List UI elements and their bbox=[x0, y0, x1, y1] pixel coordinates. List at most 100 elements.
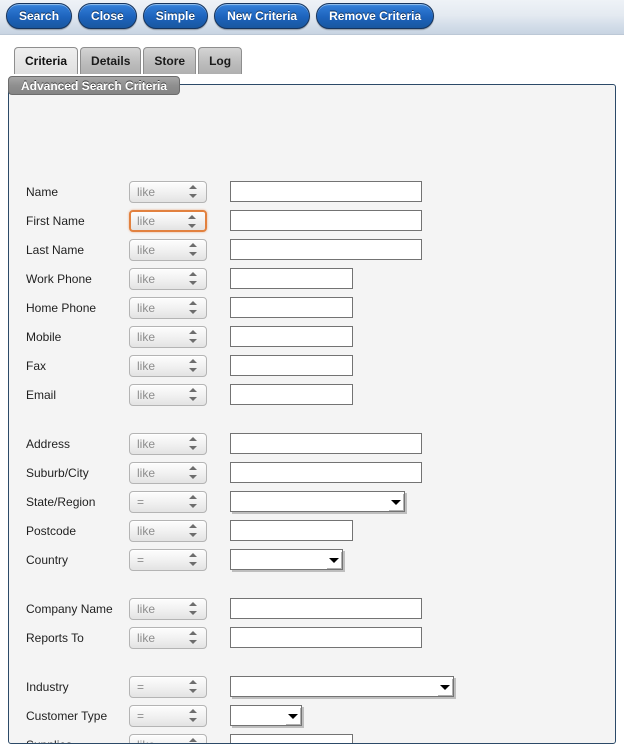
spinner-arrows-icon[interactable] bbox=[188, 524, 197, 540]
operator-value-address: like bbox=[137, 437, 156, 451]
form-spacer bbox=[17, 655, 615, 675]
field-label-first-name: First Name bbox=[26, 214, 85, 228]
operator-value-postcode: like bbox=[137, 524, 156, 538]
operator-value-country: = bbox=[137, 553, 145, 567]
criteria-row-first-name: First Name like bbox=[17, 209, 615, 238]
operator-select-address[interactable]: like bbox=[129, 433, 207, 455]
spinner-arrows-icon[interactable] bbox=[188, 301, 197, 317]
operator-select-suburb-city[interactable]: like bbox=[129, 462, 207, 484]
criteria-panel: Name like First Name like Last Name like Work … bbox=[8, 84, 616, 744]
value-select-state-region[interactable] bbox=[230, 491, 405, 512]
value-input-supplies[interactable] bbox=[230, 734, 353, 743]
spinner-arrows-icon[interactable] bbox=[188, 359, 197, 375]
spinner-arrows-icon[interactable] bbox=[188, 738, 197, 743]
spinner-arrows-icon[interactable] bbox=[188, 272, 197, 288]
spinner-arrows-icon[interactable] bbox=[187, 215, 196, 231]
field-label-customer-type: Customer Type bbox=[26, 709, 108, 723]
spinner-arrows-icon[interactable] bbox=[188, 631, 197, 647]
simple-button[interactable]: Simple bbox=[142, 3, 209, 29]
spinner-arrows-icon[interactable] bbox=[188, 243, 197, 259]
operator-select-fax[interactable]: like bbox=[129, 355, 207, 377]
operator-select-mobile[interactable]: like bbox=[129, 326, 207, 348]
search-button[interactable]: Search bbox=[6, 3, 73, 29]
remove-criteria-button[interactable]: Remove Criteria bbox=[316, 3, 435, 29]
spinner-arrows-icon[interactable] bbox=[188, 495, 197, 511]
field-label-name: Name bbox=[26, 185, 59, 199]
operator-value-supplies: like bbox=[137, 738, 155, 743]
close-button[interactable]: Close bbox=[78, 3, 137, 29]
chevron-down-icon[interactable] bbox=[285, 707, 300, 724]
value-input-fax[interactable] bbox=[230, 355, 353, 376]
chevron-down-icon[interactable] bbox=[388, 493, 403, 510]
value-input-home-phone[interactable] bbox=[230, 297, 353, 318]
value-input-work-phone[interactable] bbox=[230, 268, 353, 289]
operator-select-postcode[interactable]: like bbox=[129, 520, 207, 542]
value-input-reports-to[interactable] bbox=[230, 627, 422, 648]
operator-select-reports-to[interactable]: like bbox=[129, 627, 207, 649]
value-input-suburb-city[interactable] bbox=[230, 462, 422, 483]
field-label-suburb-city: Suburb/City bbox=[26, 466, 89, 480]
value-input-address[interactable] bbox=[230, 433, 422, 454]
value-select-industry[interactable] bbox=[230, 676, 454, 697]
panel-legend: Advanced Search Criteria bbox=[8, 76, 181, 95]
operator-value-mobile: like bbox=[137, 330, 156, 344]
value-input-last-name[interactable] bbox=[230, 239, 422, 260]
spinner-arrows-icon[interactable] bbox=[188, 185, 197, 201]
operator-value-home-phone: like bbox=[137, 301, 156, 315]
operator-value-industry: = bbox=[137, 680, 145, 694]
tab-store[interactable]: Store bbox=[143, 47, 197, 74]
value-select-country[interactable] bbox=[230, 549, 343, 570]
operator-select-customer-type[interactable]: = bbox=[129, 705, 207, 727]
operator-select-email[interactable]: like bbox=[129, 384, 207, 406]
operator-select-supplies[interactable]: like bbox=[129, 734, 207, 743]
operator-select-name[interactable]: like bbox=[129, 181, 207, 203]
form-spacer bbox=[17, 412, 615, 432]
operator-value-reports-to: like bbox=[137, 631, 156, 645]
operator-select-country[interactable]: = bbox=[129, 549, 207, 571]
spinner-arrows-icon[interactable] bbox=[188, 388, 197, 404]
operator-select-state-region[interactable]: = bbox=[129, 491, 207, 513]
operator-select-last-name[interactable]: like bbox=[129, 239, 207, 261]
operator-select-first-name[interactable]: like bbox=[129, 210, 207, 232]
spinner-arrows-icon[interactable] bbox=[188, 330, 197, 346]
spinner-arrows-icon[interactable] bbox=[188, 466, 197, 482]
tab-details[interactable]: Details bbox=[80, 47, 142, 74]
field-label-address: Address bbox=[26, 437, 71, 451]
spinner-arrows-icon[interactable] bbox=[188, 553, 197, 569]
criteria-row-address: Address like bbox=[17, 432, 615, 461]
operator-value-first-name: like bbox=[137, 214, 156, 228]
criteria-row-last-name: Last Name like bbox=[17, 238, 615, 267]
spinner-arrows-icon[interactable] bbox=[188, 602, 197, 618]
value-input-company-name[interactable] bbox=[230, 598, 422, 619]
operator-select-home-phone[interactable]: like bbox=[129, 297, 207, 319]
value-input-email[interactable] bbox=[230, 384, 353, 405]
operator-value-state-region: = bbox=[137, 495, 145, 509]
criteria-row-company-name: Company Name like bbox=[17, 597, 615, 626]
new-criteria-button[interactable]: New Criteria bbox=[214, 3, 311, 29]
field-label-industry: Industry bbox=[26, 680, 69, 694]
operator-value-last-name: like bbox=[137, 243, 156, 257]
chevron-down-icon[interactable] bbox=[437, 678, 452, 695]
operator-select-work-phone[interactable]: like bbox=[129, 268, 207, 290]
tab-criteria[interactable]: Criteria bbox=[14, 47, 79, 74]
criteria-row-customer-type: Customer Type = bbox=[17, 704, 615, 733]
tab-log[interactable]: Log bbox=[198, 47, 243, 74]
value-input-first-name[interactable] bbox=[230, 210, 422, 231]
value-select-customer-type[interactable] bbox=[230, 705, 302, 726]
spinner-arrows-icon[interactable] bbox=[188, 437, 197, 453]
criteria-form: Name like First Name like Last Name like Work … bbox=[17, 180, 615, 743]
value-input-postcode[interactable] bbox=[230, 520, 353, 541]
value-input-mobile[interactable] bbox=[230, 326, 353, 347]
spinner-arrows-icon[interactable] bbox=[188, 680, 197, 696]
chevron-down-icon[interactable] bbox=[326, 551, 341, 568]
operator-value-work-phone: like bbox=[137, 272, 156, 286]
field-label-reports-to: Reports To bbox=[26, 631, 84, 645]
spinner-arrows-icon[interactable] bbox=[188, 709, 197, 725]
field-label-country: Country bbox=[26, 553, 69, 567]
operator-select-company-name[interactable]: like bbox=[129, 598, 207, 620]
operator-select-industry[interactable]: = bbox=[129, 676, 207, 698]
operator-value-suburb-city: like bbox=[137, 466, 156, 480]
criteria-row-state-region: State/Region = bbox=[17, 490, 615, 519]
value-input-name[interactable] bbox=[230, 181, 422, 202]
field-label-postcode: Postcode bbox=[26, 524, 77, 538]
